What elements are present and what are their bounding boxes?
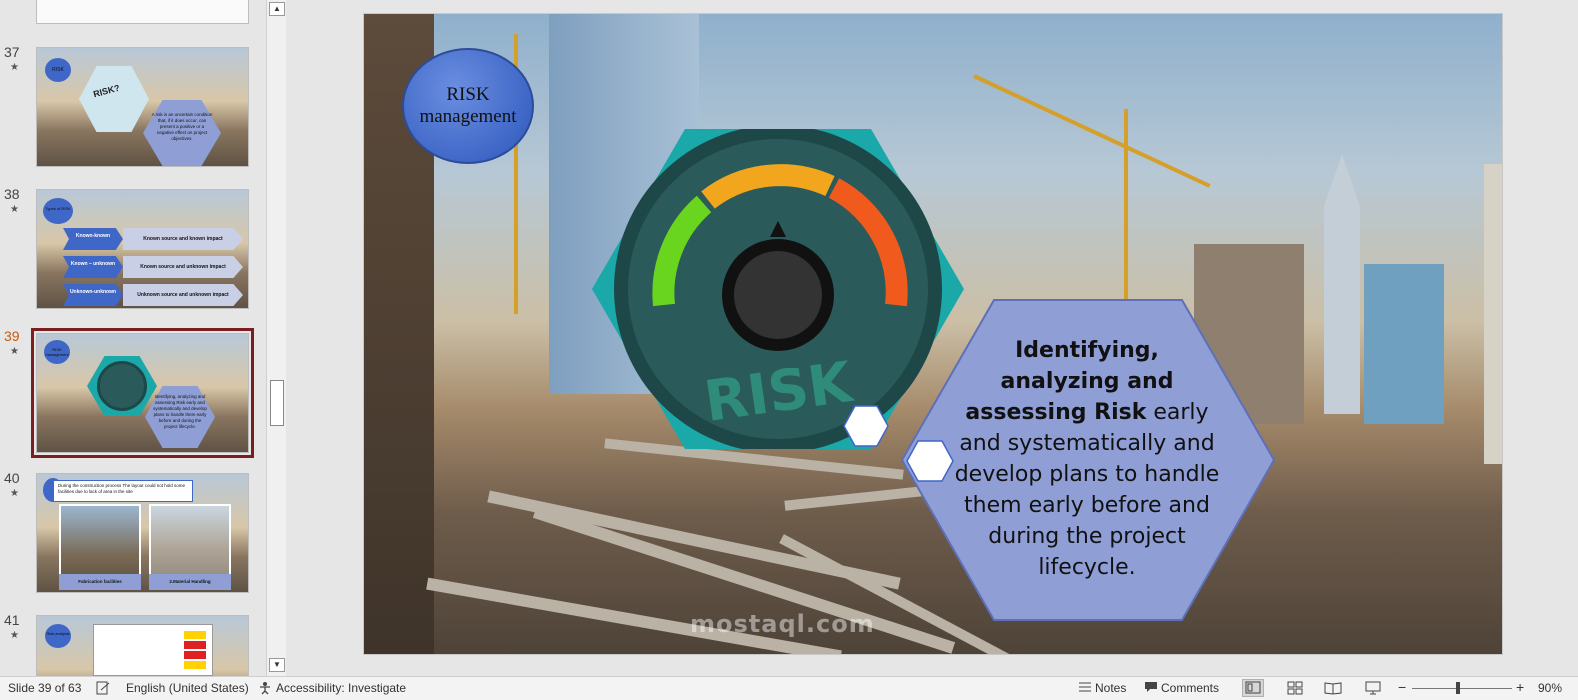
star-icon: ★ [10, 488, 19, 499]
star-icon: ★ [10, 630, 19, 641]
zoom-slider-track[interactable] [1412, 688, 1512, 689]
slide-show-icon [1365, 681, 1381, 695]
watermark-text: mostaql.com [690, 610, 875, 638]
thumb-circle: RISK [45, 58, 71, 82]
scroll-down-arrow-icon[interactable]: ▼ [269, 658, 285, 672]
thumbnail-scrollbar[interactable]: ▲ ▼ [266, 0, 286, 676]
notes-icon[interactable] [1078, 681, 1092, 696]
slide-indicator[interactable]: Slide 39 of 63 [8, 681, 81, 695]
risk-management-circle[interactable]: RISK management [402, 48, 534, 164]
thumbnail-number: 37 [4, 44, 20, 60]
thumb-body: Identifying, analyzing and assessing Ris… [153, 394, 207, 429]
slide-thumbnail-38[interactable]: Types of RISK Known-known Known source a… [36, 189, 249, 309]
thumbnail-number: 39 [4, 328, 20, 344]
zoom-slider-handle[interactable] [1456, 682, 1460, 694]
zoom-out-button[interactable]: − [1398, 679, 1406, 695]
language-indicator[interactable]: English (United States) [126, 681, 249, 695]
reading-view-icon [1324, 682, 1342, 695]
star-icon: ★ [10, 204, 19, 215]
notes-button[interactable]: Notes [1095, 681, 1126, 695]
thumb-circle: Types of RISK [43, 198, 73, 224]
slide-thumbnail-pane: 37 ★ RISK RISK? A risk is an uncertain c… [0, 0, 270, 676]
slide-thumbnail-39[interactable]: RISK management Identifying, analyzing a… [31, 328, 254, 458]
scrollbar-thumb[interactable] [270, 380, 284, 426]
small-hexagon-icon [843, 405, 889, 447]
thumbnail-number: 40 [4, 470, 20, 486]
info-body-text: early and systematically and develop pla… [954, 400, 1220, 580]
spell-check-icon[interactable] [96, 681, 110, 698]
slide-thumbnail-41[interactable]: Risk analysis [36, 615, 249, 676]
thumbnail-number: 41 [4, 612, 20, 628]
slide-show-button[interactable] [1362, 679, 1384, 697]
status-bar: Slide 39 of 63 English (United States) A… [0, 676, 1578, 700]
star-icon: ★ [10, 62, 19, 73]
slide-thumbnail-36[interactable] [36, 0, 249, 24]
accessibility-status[interactable]: Accessibility: Investigate [276, 681, 406, 695]
thumb-circle: Risk analysis [45, 624, 71, 648]
info-bold-text: Identifying, analyzing and assessing Ris… [965, 338, 1174, 425]
slide-thumbnail-40[interactable]: During the construction process The layo… [36, 473, 249, 593]
info-hexagon-text: Identifying, analyzing and assessing Ris… [953, 335, 1221, 583]
slide-sorter-button[interactable] [1284, 679, 1306, 697]
slide-sorter-icon [1287, 681, 1303, 695]
scroll-up-arrow-icon[interactable]: ▲ [269, 2, 285, 16]
small-hexagon-icon [906, 440, 954, 482]
thumb-circle: RISK management [44, 340, 70, 364]
reading-view-button[interactable] [1322, 679, 1344, 697]
comments-icon[interactable] [1144, 681, 1158, 696]
thumb-header: During the construction process The layo… [53, 480, 193, 502]
zoom-level[interactable]: 90% [1538, 681, 1562, 695]
star-icon: ★ [10, 346, 19, 357]
zoom-in-button[interactable]: + [1516, 679, 1524, 695]
accessibility-icon[interactable] [258, 681, 272, 698]
comments-button[interactable]: Comments [1161, 681, 1219, 695]
normal-view-button[interactable] [1242, 679, 1264, 697]
normal-view-icon [1245, 681, 1261, 694]
slide-thumbnail-37[interactable]: RISK RISK? A risk is an uncertain condit… [36, 47, 249, 167]
thumbnail-number: 38 [4, 186, 20, 202]
thumb-body: A risk is an uncertain condition that, i… [151, 112, 213, 141]
